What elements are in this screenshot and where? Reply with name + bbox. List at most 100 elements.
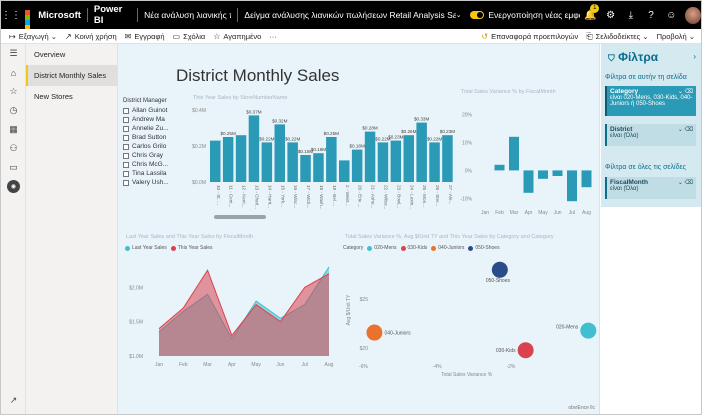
x-tick-label: Feb [495,210,504,216]
bar [235,135,247,182]
page-tab-overview[interactable]: Overview [26,44,117,65]
download-icon[interactable]: ⤓ [621,10,641,21]
x-tick-label: 10 - St. ... [216,185,221,205]
reset-button[interactable]: ↺ Επαναφορά προεπιλογών [481,32,578,41]
x-tick-label: 17 - Wich... [306,185,311,208]
filter-card-value: είναι 020-Mens, 030-Kids, 040-Juniors ή … [610,95,693,107]
app-name[interactable]: Power BI [94,4,131,26]
checkbox[interactable] [123,170,129,177]
apps-icon[interactable]: ▦ [1,120,26,139]
x-tick-label: -6% [359,364,368,370]
export-button[interactable]: ↦ Εξαγωγή ⌄ [9,32,57,41]
page-tab-new-stores[interactable]: New Stores [26,86,117,107]
checkbox[interactable] [123,152,129,159]
bar [416,122,427,182]
checkbox[interactable] [123,116,129,123]
home-icon[interactable]: ⌂ [1,63,26,82]
bar [377,142,389,182]
y-tick-label: 0% [465,168,473,174]
help-icon[interactable]: ? [641,10,661,21]
subscribe-button[interactable]: ✉ Εγγραφή [125,32,165,41]
scatter-point [517,342,534,359]
gear-icon[interactable]: ⚙ [600,10,620,21]
bar [300,155,311,182]
toggle-label: Ενεργοποίηση νέας εμφάνισης [488,10,580,20]
filter-card-fiscalmonth[interactable]: FiscalMonth είναι (Όλα) ⌄ ⌫ [605,177,696,199]
more-button[interactable]: ··· [269,32,277,41]
reset-label: Επαναφορά προεπιλογών [491,32,579,41]
slicer-item[interactable]: Brad Sutton [123,133,183,142]
legend-marker [170,245,176,251]
new-look-toggle[interactable] [469,11,485,19]
page-tab-district-monthly-sales[interactable]: District Monthly Sales [26,65,117,86]
learn-icon[interactable]: ▭ [1,158,26,177]
app-launcher-icon[interactable]: ⋮⋮⋮ [1,10,31,21]
checkbox[interactable] [123,134,129,141]
chevron-down-icon[interactable]: ⌄ [456,11,462,19]
bookmarks-button[interactable]: ⎗ Σελιδοδείκτες ⌄ [586,32,648,42]
point-label: 020-Mens [556,325,579,331]
workspace-icon[interactable]: ◉ [1,177,26,196]
filter-chevron-icon[interactable]: ⌄ ⌫ [678,179,693,186]
x-tick-label: 22 - Wilso... [383,185,388,209]
scatter-point [580,322,597,339]
hamburger-icon[interactable]: ☰ [1,44,26,63]
y-tick-label: 20% [462,112,473,118]
collapse-icon[interactable]: › [693,52,696,61]
slicer-item[interactable]: Chris McG... [123,160,183,169]
bookmark-icon: ⎗ [586,31,593,41]
slicer-item[interactable]: Chris Gray [123,151,183,160]
y-tick-label: -10% [460,196,472,202]
slicer-item[interactable]: Valery Ush... [123,178,183,187]
legend-last-year: Last Year Sales [132,245,167,251]
shared-icon[interactable]: ⚇ [1,139,26,158]
filters-all-heading: Φίλτρα σε όλες τις σελίδες [605,164,686,171]
filter-chevron-icon[interactable]: ⌄ ⌫ [678,126,693,133]
slicer-item[interactable]: Allan Guinot [123,106,183,115]
favorite-button[interactable]: ☆ Αγαπημένο [213,32,261,41]
legend-mens: 020-Mens [374,245,397,251]
recent-icon[interactable]: ◷ [1,101,26,120]
report-breadcrumb[interactable]: Δείγμα ανάλυσης λιανικών πωλήσεων Retail… [244,10,455,20]
brand-name: Microsoft [38,9,81,21]
filter-card-value: είναι (Όλα) [610,133,639,139]
y-axis-label: Avg $/Unit TY [346,294,352,325]
x-tick-label: 20 - Erie ... [358,185,363,207]
bell-icon[interactable]: 🔔 1 [580,3,600,21]
workspace-breadcrumb[interactable]: Νέα ανάλυση λιανικής πώλησης [144,10,231,20]
bar-chart-scrollbar[interactable] [214,215,266,219]
legend-marker [125,245,130,251]
filter-card-category[interactable]: Category είναι 020-Mens, 030-Kids, 040-J… [605,86,696,116]
checkbox[interactable] [123,125,129,132]
x-tick-label: 21 - Ashe... [371,185,376,208]
x-tick-label: 26 - Ster... [435,185,440,206]
x-tick-label: 16 - Winc... [293,185,298,208]
x-tick-label: May [538,210,548,216]
slicer-item-label: Andrew Ma [132,116,165,123]
filter-card-district[interactable]: District είναι (Όλα) ⌄ ⌫ [605,124,696,146]
filters-pane: ⛉ Φίλτρα › Φίλτρα σε αυτήν τη σελίδα Cat… [599,44,701,414]
comments-button[interactable]: ▭ Σχόλια [173,32,206,41]
expand-icon[interactable]: ↗ [1,391,26,410]
view-button[interactable]: Προβολή ⌄ [657,32,695,41]
slicer-item[interactable]: Tina Lassila [123,169,183,178]
slicer-item[interactable]: Carlos Grilo [123,142,183,151]
district-manager-slicer: District Manager Allan Guinot Andrew Ma An… [123,98,183,187]
x-tick-label: Mar [510,210,519,216]
x-tick-label: 15 - York... [280,185,285,207]
favorites-icon[interactable]: ☆ [1,82,26,101]
filters-title-text: Φίλτρα [618,50,659,64]
checkbox[interactable] [123,161,129,168]
filter-chevron-icon[interactable]: ⌄ ⌫ [678,88,693,95]
slicer-item[interactable]: Andrew Ma [123,115,183,124]
variance-bar-chart: 20% 10% 0% -10% Jan Feb Mar Apr May Jun Jul Aug [460,112,592,216]
share-button[interactable]: ↗ Κοινή χρήση [65,32,117,41]
x-tick-label: 27 - Ale... [448,185,453,204]
checkbox[interactable] [123,179,129,186]
scatter-legend: Category 020-Mens 030-Kids 040-Juniors 0… [343,245,500,251]
checkbox[interactable] [123,143,129,150]
avatar[interactable] [685,6,701,24]
checkbox[interactable] [123,107,129,114]
slicer-item[interactable]: Annelie Zu... [123,124,183,133]
feedback-icon[interactable]: ☺ [661,10,681,21]
